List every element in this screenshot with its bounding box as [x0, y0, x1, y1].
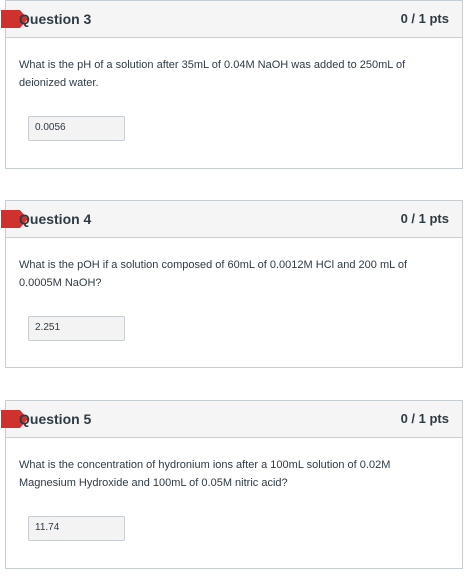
question-body: What is the concentration of hydronium i…: [6, 438, 462, 541]
question-card: Question 3 0 / 1 pts What is the pH of a…: [1, 0, 463, 169]
question-header: Question 4 0 / 1 pts: [1, 201, 462, 238]
question-body: What is the pOH if a solution composed o…: [6, 238, 462, 341]
question-header: Question 3 0 / 1 pts: [1, 1, 462, 38]
question-text: What is the concentration of hydronium i…: [19, 459, 391, 489]
question-card: Question 4 0 / 1 pts What is the pOH if …: [1, 200, 463, 368]
question-text: What is the pH of a solution after 35mL …: [19, 59, 406, 89]
question-title: Question 5: [19, 411, 92, 427]
question-title: Question 3: [19, 11, 92, 27]
answer-field: 2.251: [28, 316, 125, 341]
question-points: 0 / 1 pts: [400, 11, 449, 26]
question-text: What is the pOH if a solution composed o…: [19, 259, 408, 289]
answer-field: 11.74: [28, 516, 125, 541]
question-title: Question 4: [19, 211, 92, 227]
question-body: What is the pH of a solution after 35mL …: [6, 38, 462, 141]
question-card: Question 5 0 / 1 pts What is the concent…: [1, 400, 463, 569]
question-points: 0 / 1 pts: [400, 211, 449, 226]
question-points: 0 / 1 pts: [400, 411, 449, 426]
answer-field: 0.0056: [28, 116, 125, 141]
question-header: Question 5 0 / 1 pts: [1, 401, 462, 438]
